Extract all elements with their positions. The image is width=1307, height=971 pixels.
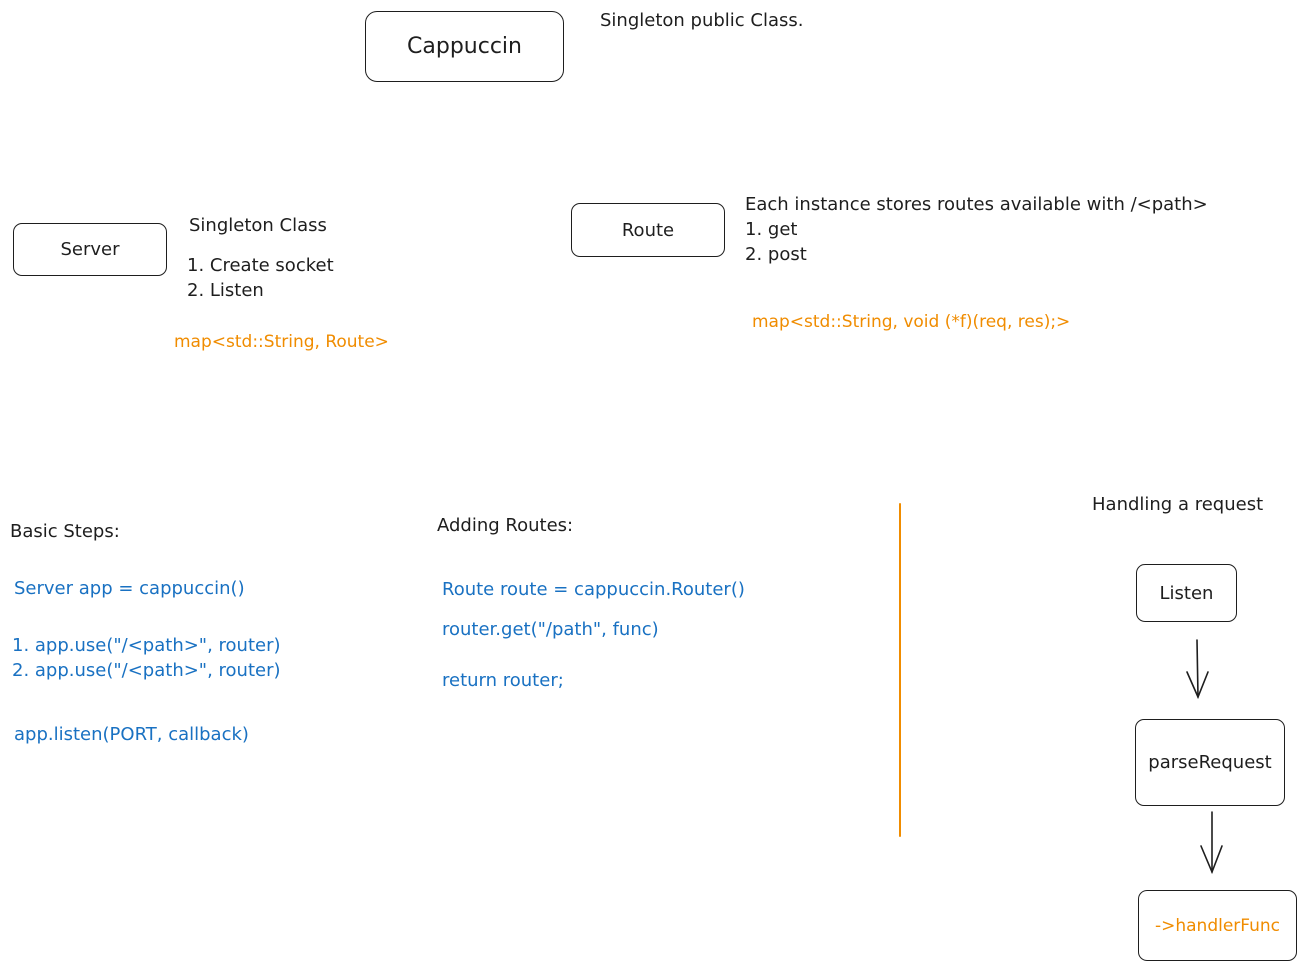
- parse-request-step-box: parseRequest: [1135, 719, 1285, 806]
- handling-heading: Handling a request: [1092, 494, 1264, 515]
- arrow-listen-to-parse: [1186, 639, 1209, 700]
- parse-request-step-label: parseRequest: [1148, 752, 1272, 773]
- diagram-connectors: [899, 503, 1223, 875]
- arrow-parse-to-handler: [1200, 811, 1223, 875]
- handler-func-step-box: ->handlerFunc: [1138, 890, 1297, 961]
- listen-step-box: Listen: [1136, 564, 1237, 622]
- listen-step-label: Listen: [1159, 582, 1214, 604]
- handler-func-step-label: ->handlerFunc: [1154, 915, 1281, 936]
